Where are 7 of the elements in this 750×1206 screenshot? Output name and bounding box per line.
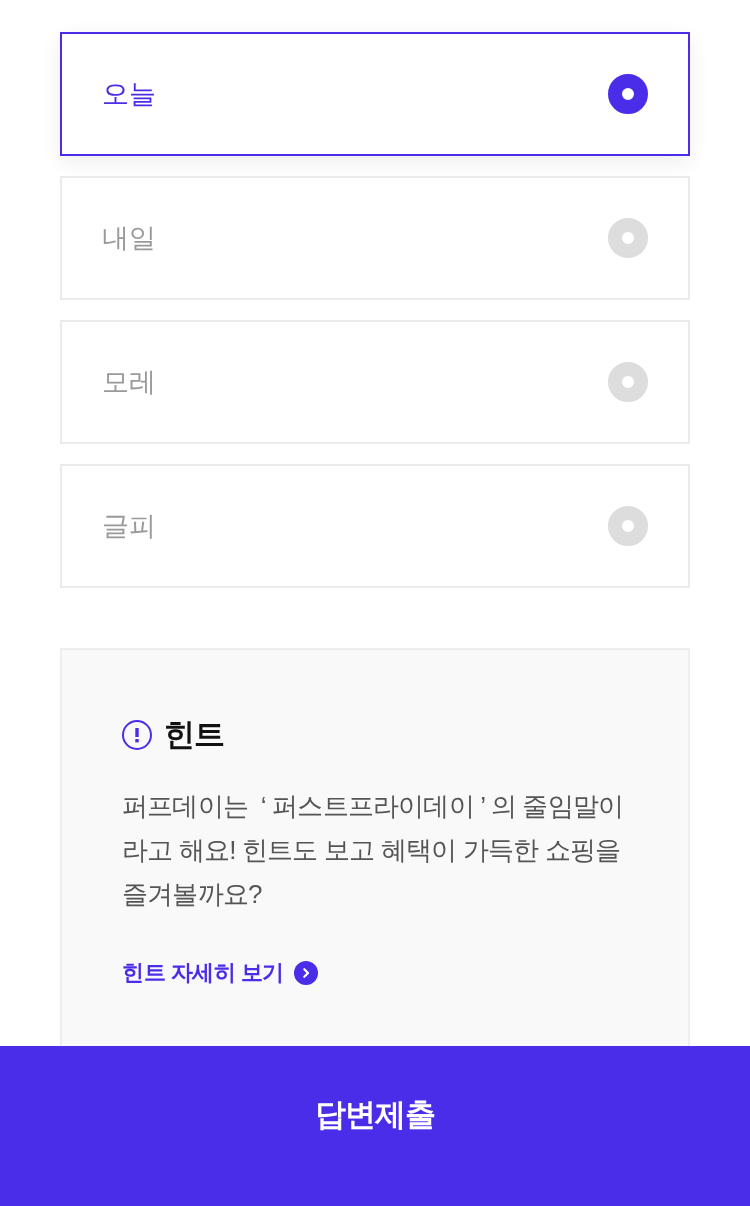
exclamation-circle-icon	[122, 720, 152, 750]
hint-title: 힌트	[164, 716, 224, 754]
answer-option[interactable]: 오늘	[60, 32, 690, 156]
hint-detail-link[interactable]: 힌트 자세히 보기	[122, 958, 318, 988]
chevron-circle-icon	[293, 961, 318, 985]
submit-button[interactable]: 답변제출	[0, 1046, 750, 1206]
hint-text: 퍼프데이는 ‘ 퍼스트프라이데이 ’ 의 줄임말이라고 해요! 힌트도 보고 혜택이 가득한 쇼핑을 즐겨볼까요?	[122, 790, 625, 911]
